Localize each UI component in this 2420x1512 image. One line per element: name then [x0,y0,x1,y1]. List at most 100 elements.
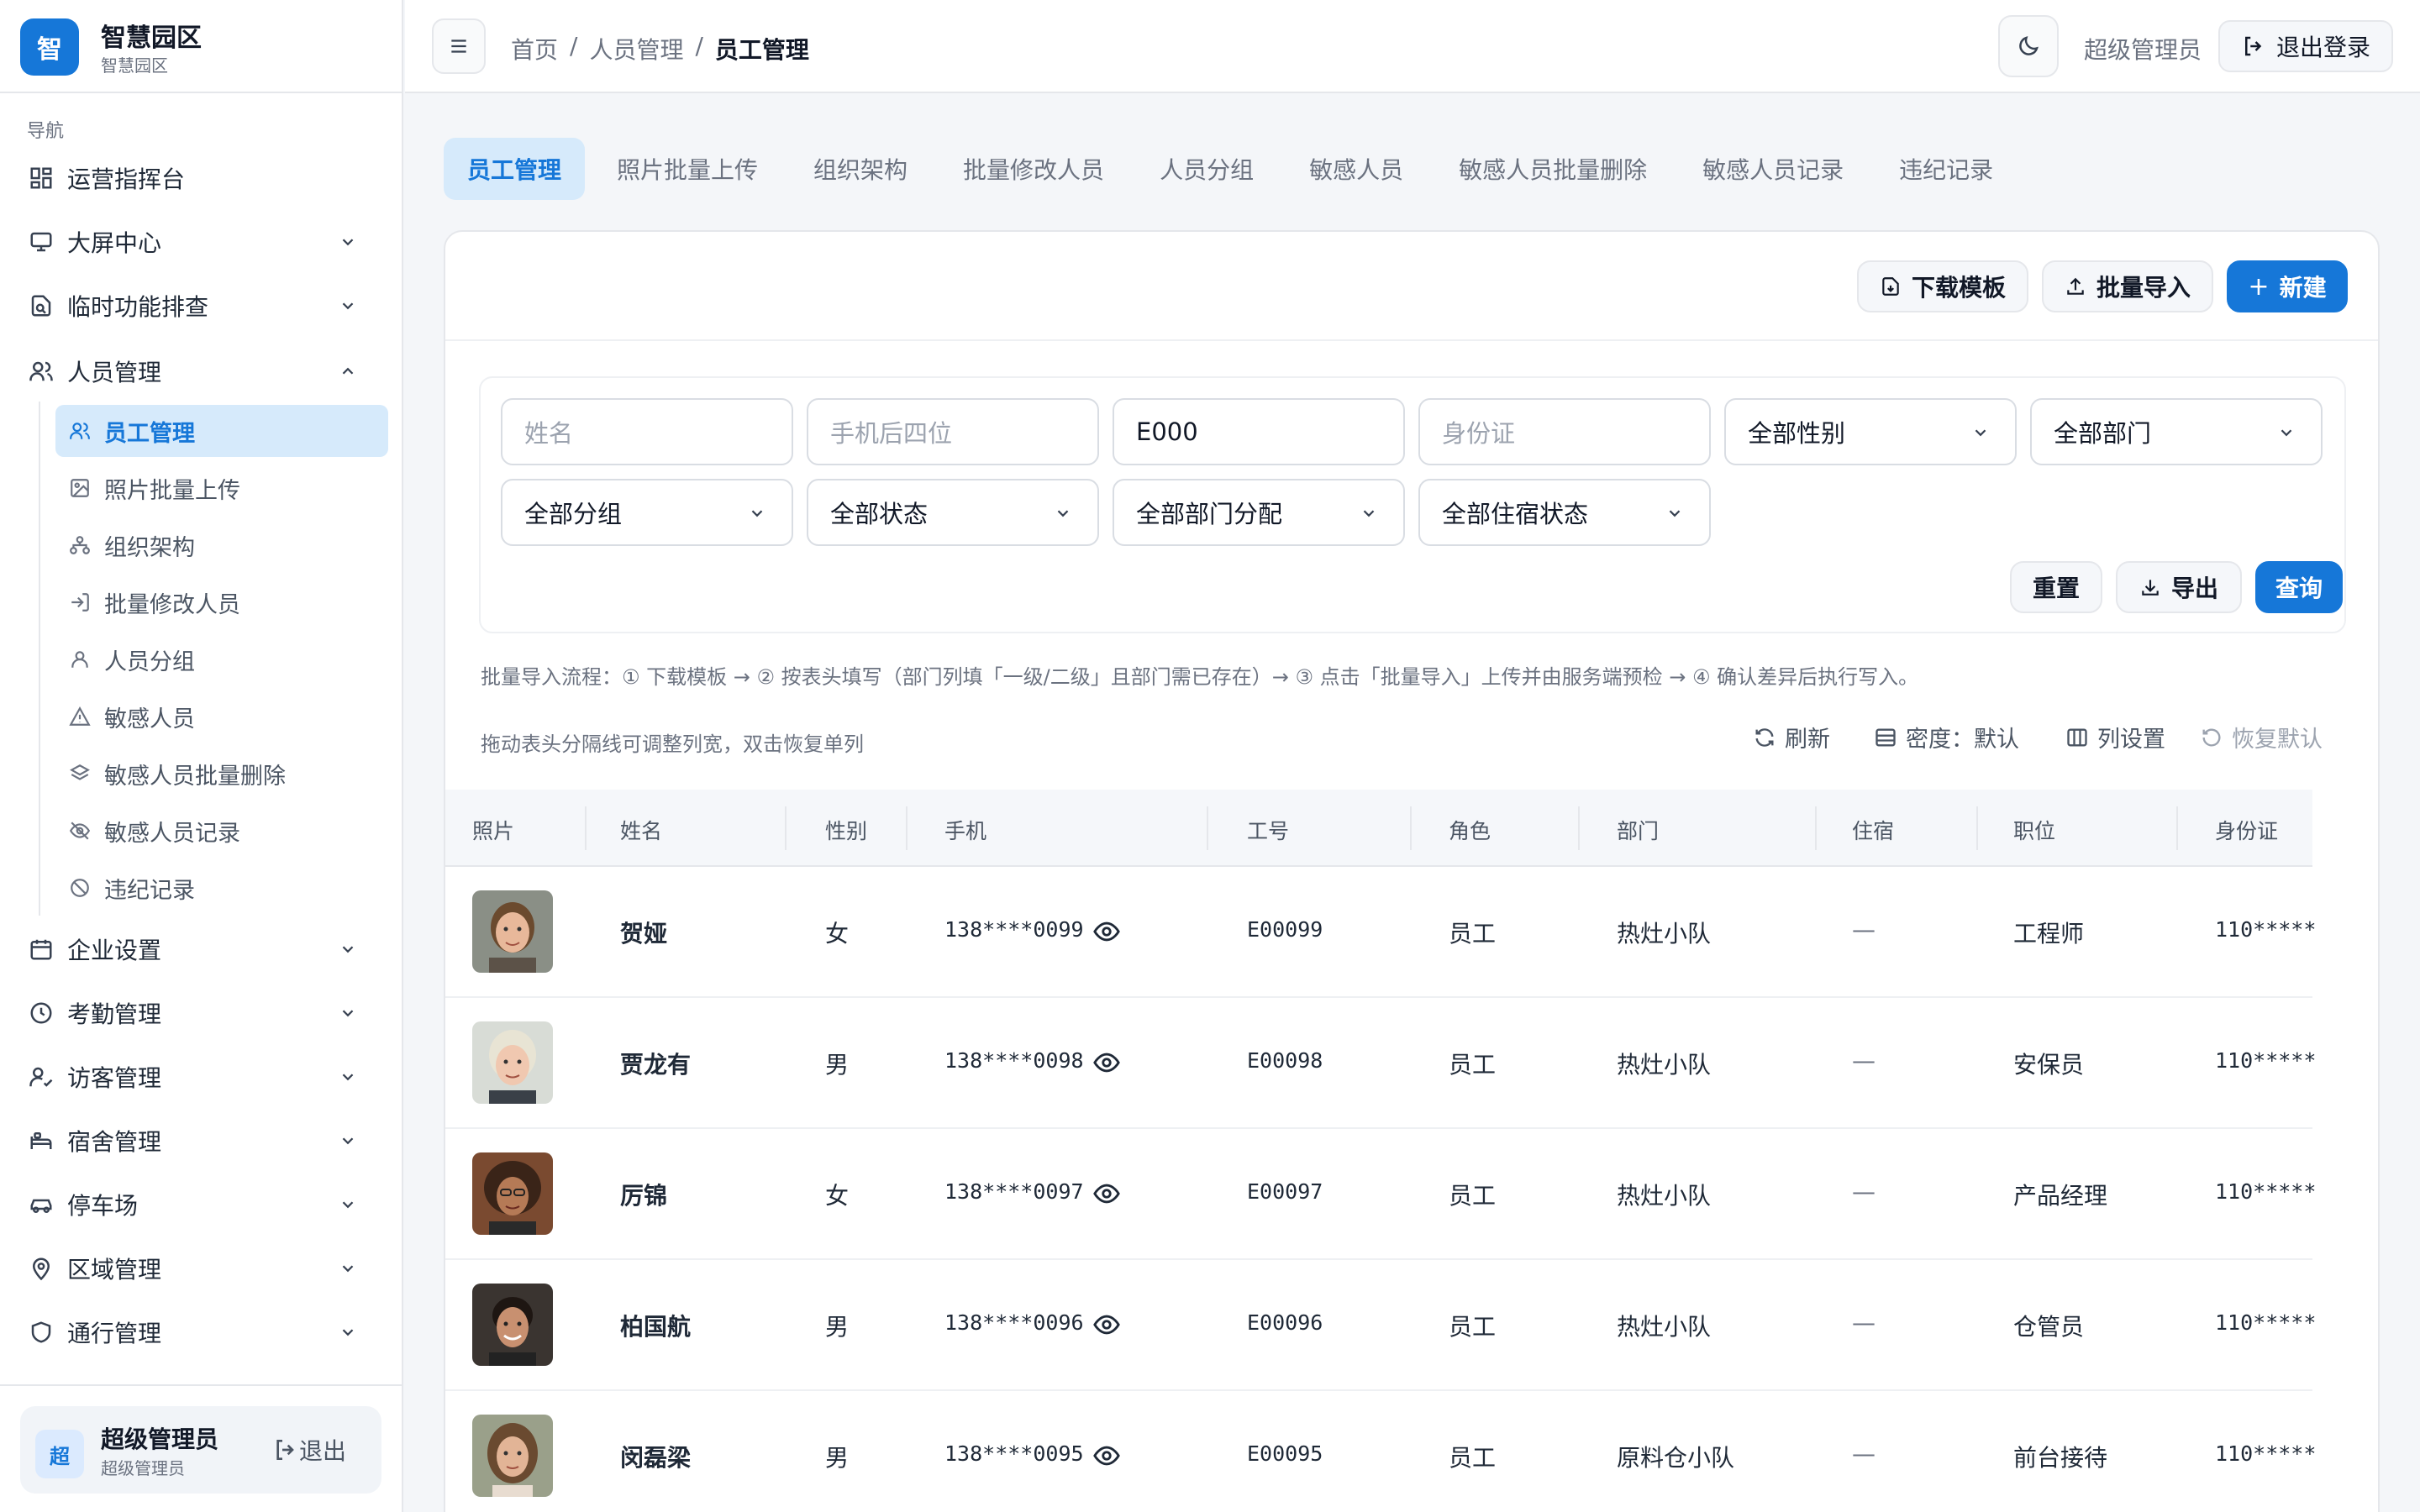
nav-item-attendance[interactable]: 考勤管理 [17,986,387,1040]
filter-panel: 姓名 手机后四位 E000 身份证 全部性别 全部部门 全部分组 全部状态 全部… [479,376,2346,633]
tab-sensitive-delete[interactable]: 敏感人员批量删除 [1435,138,1670,200]
sub-item-org[interactable]: 组织架构 [55,519,388,571]
reset-button[interactable]: 重置 [2010,561,2102,613]
query-button[interactable]: 查询 [2255,561,2343,613]
cell-dorm: — [1852,916,1876,943]
eye-icon[interactable] [1092,1441,1121,1470]
department-select[interactable]: 全部部门 [2030,398,2323,465]
eye-icon[interactable] [1092,917,1121,946]
dept-assign-select[interactable]: 全部部门分配 [1113,479,1405,546]
employee-photo[interactable] [472,1415,553,1497]
table-row[interactable]: 柏国航 男 138****0096 E00096 员工 热灶小队 — 仓管员 1… [445,1260,2316,1391]
emp-no-input[interactable]: E000 [1113,398,1405,465]
col-role[interactable]: 角色 [1449,815,1491,845]
col-resizer[interactable] [1815,806,1817,850]
table-row[interactable]: 厉锦 女 138****0097 E00097 员工 热灶小队 — 产品经理 1… [445,1129,2316,1260]
export-button[interactable]: 导出 [2116,561,2242,613]
menu-toggle-button[interactable] [432,18,486,74]
tab-org[interactable]: 组织架构 [790,138,931,200]
table-row[interactable]: 贾龙有 男 138****0098 E00098 员工 热灶小队 — 安保员 1… [445,998,2316,1129]
density-button[interactable]: 密度：默认 [1874,721,2019,753]
nav-item-access[interactable]: 通行管理 [17,1305,387,1359]
column-settings-button[interactable]: 列设置 [2065,721,2165,753]
eye-icon[interactable] [1092,1179,1121,1208]
download-template-button[interactable]: 下载模板 [1857,260,2028,312]
tab-violations[interactable]: 违纪记录 [1876,138,2017,200]
gender-select[interactable]: 全部性别 [1724,398,2017,465]
col-resizer[interactable] [1976,806,1978,850]
sub-item-sensitive-delete[interactable]: 敏感人员批量删除 [55,748,388,800]
logout-button[interactable]: 退出登录 [2218,20,2393,72]
sub-item-sensitive[interactable]: 敏感人员 [55,690,388,743]
theme-toggle-button[interactable] [1998,15,2059,77]
group-select[interactable]: 全部分组 [501,479,793,546]
chevron-down-icon [334,1191,361,1218]
table-row[interactable]: 贺娅 女 138****0099 E00099 员工 热灶小队 — 工程师 11… [445,867,2316,998]
sub-item-violations[interactable]: 违纪记录 [55,862,388,914]
nav-label: 停车场 [67,1192,139,1220]
col-resizer[interactable] [2176,806,2178,850]
col-photo[interactable]: 照片 [472,815,514,845]
sidebar-logout-button[interactable]: 退出 [272,1433,346,1467]
nav-item-company[interactable]: 企业设置 [17,922,387,976]
col-dorm[interactable]: 住宿 [1852,815,1894,845]
sub-item-employee[interactable]: 员工管理 [55,405,388,457]
nav-item-dashboard[interactable]: 运营指挥台 [17,151,387,205]
col-id[interactable]: 身份证 [2215,815,2278,845]
eye-icon[interactable] [1092,1048,1121,1077]
sub-item-sensitive-records[interactable]: 敏感人员记录 [55,805,388,857]
col-name[interactable]: 姓名 [620,815,662,845]
col-gender[interactable]: 性别 [825,815,867,845]
create-button[interactable]: + 新建 [2227,260,2348,312]
nav-item-parking[interactable]: 停车场 [17,1178,387,1231]
tab-sensitive-records[interactable]: 敏感人员记录 [1679,138,1867,200]
nav-item-visitors[interactable]: 访客管理 [17,1050,387,1104]
col-emp-no[interactable]: 工号 [1247,815,1289,845]
col-resizer[interactable] [785,806,786,850]
breadcrumb-home[interactable]: 首页 [511,32,558,66]
nav-label: 区域管理 [67,1256,162,1284]
col-position[interactable]: 职位 [2013,815,2055,845]
col-resizer[interactable] [585,806,587,850]
id-card-input[interactable]: 身份证 [1418,398,1711,465]
nav-item-screen-center[interactable]: 大屏中心 [17,215,387,269]
eye-icon[interactable] [1092,1310,1121,1339]
restore-default-button[interactable]: 恢复默认 [2200,721,2323,753]
employee-photo[interactable] [472,1284,553,1366]
dorm-status-select[interactable]: 全部住宿状态 [1418,479,1711,546]
nav-item-personnel[interactable]: 人员管理 [17,344,387,398]
refresh-button[interactable]: 刷新 [1753,721,1830,753]
nav-label: 运营指挥台 [67,165,186,193]
brand-logo[interactable]: 智 [20,18,79,76]
breadcrumb-personnel[interactable]: 人员管理 [589,32,683,66]
batch-import-button[interactable]: 批量导入 [2042,260,2213,312]
tab-sensitive[interactable]: 敏感人员 [1286,138,1427,200]
col-resizer[interactable] [906,806,908,850]
create-label: 新建 [2279,274,2327,302]
tab-photo-upload[interactable]: 照片批量上传 [593,138,781,200]
tab-group[interactable]: 人员分组 [1136,138,1277,200]
name-input[interactable]: 姓名 [501,398,793,465]
status-select[interactable]: 全部状态 [807,479,1099,546]
cell-dept: 热灶小队 [1617,1051,1712,1079]
employee-photo[interactable] [472,1021,553,1104]
phone-last4-input[interactable]: 手机后四位 [807,398,1099,465]
col-resizer[interactable] [1207,806,1208,850]
nav-item-area[interactable]: 区域管理 [17,1242,387,1295]
col-resizer[interactable] [1410,806,1412,850]
department-value: 全部部门 [2054,419,2152,448]
sub-item-group[interactable]: 人员分组 [55,633,388,685]
nav-item-temp-check[interactable]: 临时功能排查 [17,279,387,333]
tab-employee[interactable]: 员工管理 [444,138,586,200]
employee-photo[interactable] [472,890,553,973]
nav-item-dorm[interactable]: 宿舍管理 [17,1114,387,1168]
eye-off-icon [67,818,92,843]
col-dept[interactable]: 部门 [1617,815,1659,845]
sub-item-batch-edit[interactable]: 批量修改人员 [55,576,388,628]
table-row[interactable]: 闵磊梁 男 138****0095 E00095 员工 原料仓小队 — 前台接待… [445,1391,2316,1512]
tab-batch-edit[interactable]: 批量修改人员 [939,138,1128,200]
sub-item-photo-upload[interactable]: 照片批量上传 [55,462,388,514]
col-phone[interactable]: 手机 [944,815,986,845]
employee-photo[interactable] [472,1152,553,1235]
col-resizer[interactable] [1578,806,1580,850]
